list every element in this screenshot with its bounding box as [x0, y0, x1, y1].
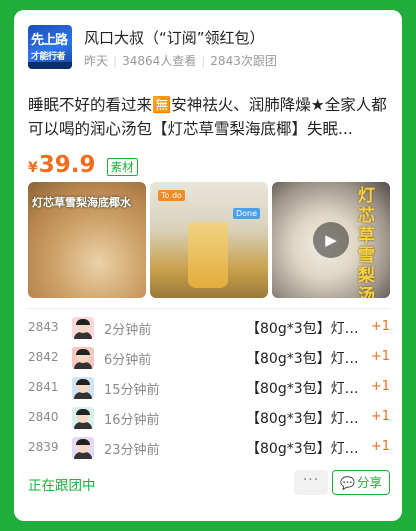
post-title[interactable]: 睡眠不好的看过来🈚安神祛火、润肺降燥★全家人都可以喝的润心汤包【灯芯草雪梨海底椰… — [28, 93, 390, 141]
section-divider — [28, 308, 390, 309]
card-footer: 正在跟团中 ··· 💬 分享 — [28, 470, 390, 496]
order-row[interactable]: 2843 2分钟前 【80g*3包】灯芯... +1 — [28, 314, 390, 344]
order-qty: +1 — [370, 379, 390, 394]
share-button[interactable]: 💬 分享 — [332, 470, 390, 495]
avatar-hair — [76, 439, 90, 445]
order-rank: 2840 — [28, 410, 59, 424]
product-image[interactable]: 灯芯草雪梨海底椰水 — [28, 182, 146, 298]
price-currency: ¥ — [28, 160, 38, 176]
order-list: 2843 2分钟前 【80g*3包】灯芯... +1 2842 6分钟前 【80g*3包】灯… — [28, 314, 390, 464]
order-item: 【80g*3包】灯芯... — [246, 381, 366, 397]
share-label: 分享 — [356, 475, 382, 490]
image-gallery: 灯芯草雪梨海底椰水 To do Done 灯芯草雪梨汤 ▶ — [28, 182, 390, 298]
order-time: 6分钟前 — [104, 353, 152, 368]
avatar-body — [74, 392, 92, 399]
order-time: 2分钟前 — [104, 323, 152, 338]
group-buy-card[interactable]: 先上路 才能行者 风口大叔（“订阅”领红包） 昨天 | 34864人查看 | 2843次… — [14, 10, 402, 521]
avatar-text-2: 才能行者 — [31, 52, 66, 62]
avatar-hair — [76, 409, 90, 415]
avatar-text-1: 先上路 — [31, 33, 68, 48]
buyer-avatar[interactable] — [72, 377, 94, 399]
avatar-body — [74, 362, 92, 369]
post-meta: 昨天 | 34864人查看 | 2843次跟团 — [84, 52, 277, 69]
order-time: 16分钟前 — [104, 413, 160, 428]
avatar-body — [74, 422, 92, 429]
follow-count: 2843次跟团 — [210, 54, 277, 68]
buyer-avatar[interactable] — [72, 407, 94, 429]
buyer-avatar[interactable] — [72, 347, 94, 369]
order-rank: 2839 — [28, 440, 59, 454]
more-button[interactable]: ··· — [294, 470, 328, 495]
account-name[interactable]: 风口大叔（“订阅”领红包） — [84, 27, 265, 48]
image-caption: 灯芯草雪梨海底椰水 — [32, 196, 131, 209]
account-avatar[interactable]: 先上路 才能行者 — [28, 25, 72, 69]
avatar-bar — [28, 62, 72, 69]
order-time: 23分钟前 — [104, 443, 160, 458]
soup-video[interactable]: 灯芯草雪梨汤 ▶ — [272, 182, 390, 298]
play-icon[interactable]: ▶ — [313, 222, 349, 258]
done-badge: Done — [232, 208, 260, 219]
meta-divider: | — [201, 54, 206, 68]
drink-image[interactable]: To do Done — [150, 182, 268, 298]
order-qty: +1 — [370, 349, 390, 364]
meta-divider: | — [113, 54, 118, 68]
order-row[interactable]: 2839 23分钟前 【80g*3包】灯芯... +1 — [28, 434, 390, 464]
order-item: 【80g*3包】灯芯... — [246, 441, 366, 457]
view-count: 34864人查看 — [122, 54, 197, 68]
glass-shape — [188, 222, 228, 288]
price-value: 39.9 — [38, 152, 96, 178]
avatar-hair — [76, 319, 90, 325]
avatar-body — [74, 332, 92, 339]
buyer-avatar[interactable] — [72, 317, 94, 339]
order-time: 15分钟前 — [104, 383, 160, 398]
avatar-hair — [76, 379, 90, 385]
order-rank: 2842 — [28, 350, 59, 364]
post-time: 昨天 — [84, 54, 109, 68]
order-row[interactable]: 2841 15分钟前 【80g*3包】灯芯... +1 — [28, 374, 390, 404]
order-item: 【80g*3包】灯芯... — [246, 321, 366, 337]
order-qty: +1 — [370, 439, 390, 454]
wechat-icon: 💬 — [340, 476, 355, 490]
order-item: 【80g*3包】灯芯... — [246, 411, 366, 427]
material-tag[interactable]: 素材 — [106, 157, 138, 176]
todo-badge: To do — [158, 190, 185, 201]
following-status[interactable]: 正在跟团中 — [28, 474, 96, 494]
order-qty: +1 — [370, 409, 390, 424]
order-item: 【80g*3包】灯芯... — [246, 351, 366, 367]
price-row: ¥39.9 素材 — [28, 152, 138, 178]
avatar-hair — [76, 349, 90, 355]
order-rank: 2841 — [28, 380, 59, 394]
buyer-avatar[interactable] — [72, 437, 94, 459]
video-caption: 灯芯草雪梨汤 — [358, 186, 375, 298]
price: ¥39.9 — [28, 152, 96, 181]
avatar-body — [74, 452, 92, 459]
account-header: 先上路 才能行者 风口大叔（“订阅”领红包） 昨天 | 34864人查看 | 2843次… — [28, 25, 390, 71]
order-qty: +1 — [370, 319, 390, 334]
order-row[interactable]: 2840 16分钟前 【80g*3包】灯芯... +1 — [28, 404, 390, 434]
order-rank: 2843 — [28, 320, 59, 334]
order-row[interactable]: 2842 6分钟前 【80g*3包】灯芯... +1 — [28, 344, 390, 374]
